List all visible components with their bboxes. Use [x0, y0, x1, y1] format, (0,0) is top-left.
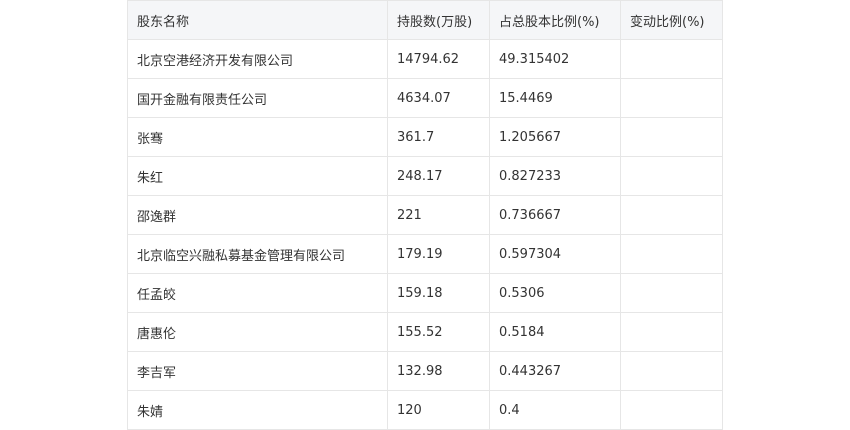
cell-shareholder-name: 张骞: [127, 117, 388, 157]
table-row: 邵逸群 221 0.736667: [127, 195, 723, 235]
cell-shares-held: 132.98: [387, 351, 490, 391]
cell-share-ratio: 0.5306: [489, 273, 621, 313]
cell-shareholder-name: 国开金融有限责任公司: [127, 78, 388, 118]
cell-change-ratio: [620, 39, 723, 79]
cell-shareholder-name: 唐惠伦: [127, 312, 388, 352]
table-row: 朱婧 120 0.4: [127, 390, 723, 430]
table-row: 唐惠伦 155.52 0.5184: [127, 312, 723, 352]
cell-shareholder-name: 任孟皎: [127, 273, 388, 313]
cell-change-ratio: [620, 156, 723, 196]
cell-shares-held: 120: [387, 390, 490, 430]
cell-share-ratio: 0.827233: [489, 156, 621, 196]
cell-shares-held: 14794.62: [387, 39, 490, 79]
cell-share-ratio: 0.443267: [489, 351, 621, 391]
cell-shareholder-name: 李吉军: [127, 351, 388, 391]
table-row: 张骞 361.7 1.205667: [127, 117, 723, 157]
header-share-ratio: 占总股本比例(%): [489, 0, 621, 40]
cell-change-ratio: [620, 234, 723, 274]
cell-change-ratio: [620, 78, 723, 118]
shareholder-table: 股东名称 持股数(万股) 占总股本比例(%) 变动比例(%) 北京空港经济开发有…: [127, 0, 723, 430]
cell-share-ratio: 0.4: [489, 390, 621, 430]
cell-shareholder-name: 北京空港经济开发有限公司: [127, 39, 388, 79]
cell-shares-held: 155.52: [387, 312, 490, 352]
cell-shares-held: 361.7: [387, 117, 490, 157]
table-row: 北京临空兴融私募基金管理有限公司 179.19 0.597304: [127, 234, 723, 274]
cell-share-ratio: 0.5184: [489, 312, 621, 352]
cell-share-ratio: 0.736667: [489, 195, 621, 235]
shareholder-table-container: 股东名称 持股数(万股) 占总股本比例(%) 变动比例(%) 北京空港经济开发有…: [127, 0, 723, 430]
header-shareholder-name: 股东名称: [127, 0, 388, 40]
cell-shareholder-name: 北京临空兴融私募基金管理有限公司: [127, 234, 388, 274]
header-change-ratio: 变动比例(%): [620, 0, 723, 40]
cell-shares-held: 159.18: [387, 273, 490, 313]
table-body: 北京空港经济开发有限公司 14794.62 49.315402 国开金融有限责任…: [127, 39, 723, 430]
table-row: 北京空港经济开发有限公司 14794.62 49.315402: [127, 39, 723, 79]
cell-change-ratio: [620, 273, 723, 313]
cell-shareholder-name: 朱红: [127, 156, 388, 196]
header-row: 股东名称 持股数(万股) 占总股本比例(%) 变动比例(%): [127, 0, 723, 40]
cell-share-ratio: 0.597304: [489, 234, 621, 274]
cell-shareholder-name: 邵逸群: [127, 195, 388, 235]
table-row: 国开金融有限责任公司 4634.07 15.4469: [127, 78, 723, 118]
cell-change-ratio: [620, 390, 723, 430]
cell-change-ratio: [620, 117, 723, 157]
cell-shares-held: 248.17: [387, 156, 490, 196]
cell-share-ratio: 15.4469: [489, 78, 621, 118]
cell-shareholder-name: 朱婧: [127, 390, 388, 430]
table-header: 股东名称 持股数(万股) 占总股本比例(%) 变动比例(%): [127, 0, 723, 40]
cell-shares-held: 4634.07: [387, 78, 490, 118]
cell-change-ratio: [620, 312, 723, 352]
cell-shares-held: 179.19: [387, 234, 490, 274]
cell-share-ratio: 49.315402: [489, 39, 621, 79]
cell-change-ratio: [620, 351, 723, 391]
cell-change-ratio: [620, 195, 723, 235]
table-row: 朱红 248.17 0.827233: [127, 156, 723, 196]
table-row: 李吉军 132.98 0.443267: [127, 351, 723, 391]
header-shares-held: 持股数(万股): [387, 0, 490, 40]
table-row: 任孟皎 159.18 0.5306: [127, 273, 723, 313]
cell-share-ratio: 1.205667: [489, 117, 621, 157]
cell-shares-held: 221: [387, 195, 490, 235]
